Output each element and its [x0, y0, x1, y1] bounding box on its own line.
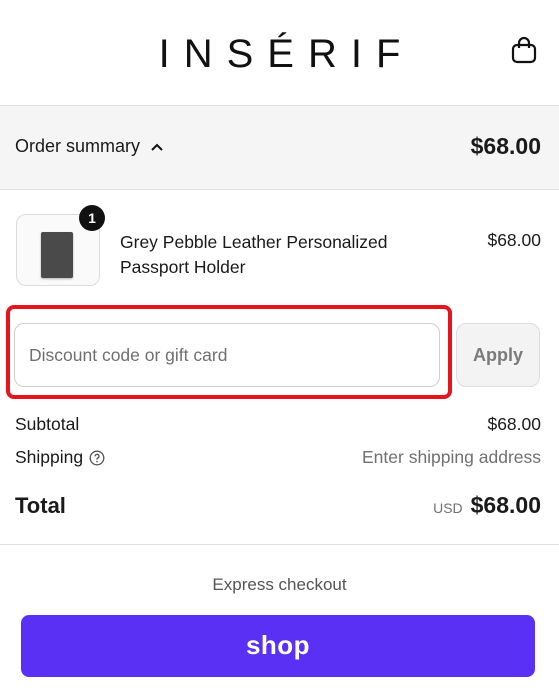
section-divider — [0, 544, 559, 545]
shopping-bag-icon[interactable] — [511, 36, 537, 64]
product-price: $68.00 — [487, 230, 541, 250]
currency-code: USD — [433, 500, 463, 516]
product-name: Grey Pebble Leather Personalized Passpor… — [120, 232, 388, 277]
shop-pay-logo: shop — [245, 630, 311, 660]
total-amount: $68.00 — [470, 492, 541, 518]
total-row: Total USD $68.00 — [15, 492, 541, 519]
subtotal-value: $68.00 — [487, 414, 541, 434]
question-circle-icon[interactable] — [89, 450, 105, 466]
express-checkout-label: Express checkout — [212, 575, 347, 594]
chevron-up-icon — [151, 143, 163, 151]
shipping-value: Enter shipping address — [362, 447, 541, 467]
total-label: Total — [15, 492, 66, 518]
discount-code-input[interactable] — [14, 323, 440, 387]
subtotal-row: Subtotal $68.00 — [15, 414, 541, 435]
store-logo[interactable]: INSÉRIF — [0, 32, 559, 77]
shipping-label: Shipping — [15, 447, 84, 467]
quantity-badge: 1 — [79, 205, 105, 231]
passport-holder-image — [41, 232, 73, 278]
subtotal-label: Subtotal — [15, 414, 80, 434]
apply-discount-button[interactable]: Apply — [456, 323, 540, 387]
order-summary-total: $68.00 — [470, 133, 541, 159]
order-summary-label: Order summary — [15, 136, 141, 156]
order-summary-toggle[interactable]: Order summary — [15, 136, 164, 157]
shipping-row: Shipping Enter shipping address — [15, 447, 541, 468]
site-header: INSÉRIF — [0, 0, 559, 106]
shop-pay-button[interactable]: shop — [21, 615, 535, 677]
order-summary-bar: Order summary $68.00 — [0, 106, 559, 190]
